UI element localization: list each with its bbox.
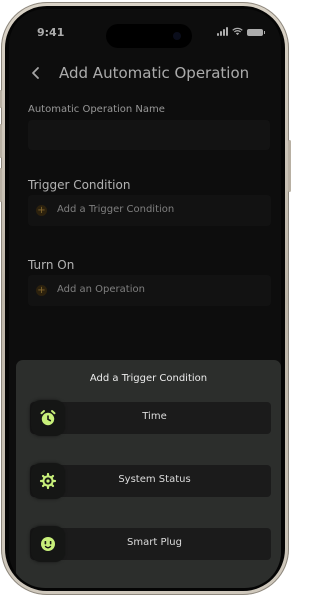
option-smart-plug[interactable]: Smart Plug xyxy=(30,526,271,562)
option-smart-plug-label: Smart Plug xyxy=(127,537,182,548)
volume-down-button xyxy=(0,168,2,202)
action-button xyxy=(0,90,2,108)
power-button xyxy=(288,140,291,192)
option-time-label: Time xyxy=(142,411,167,422)
volume-up-button xyxy=(0,124,2,158)
option-system-status-label: System Status xyxy=(118,474,191,485)
sheet-title: Add a Trigger Condition xyxy=(89,373,208,384)
app-screen: 9:41 Add Automatic Operation Automatic O… xyxy=(9,9,281,588)
option-time[interactable]: Time xyxy=(30,400,271,436)
option-system-status[interactable]: System Status xyxy=(30,463,271,499)
trigger-condition-sheet: Add a Trigger Condition Time System Stat… xyxy=(16,360,281,588)
